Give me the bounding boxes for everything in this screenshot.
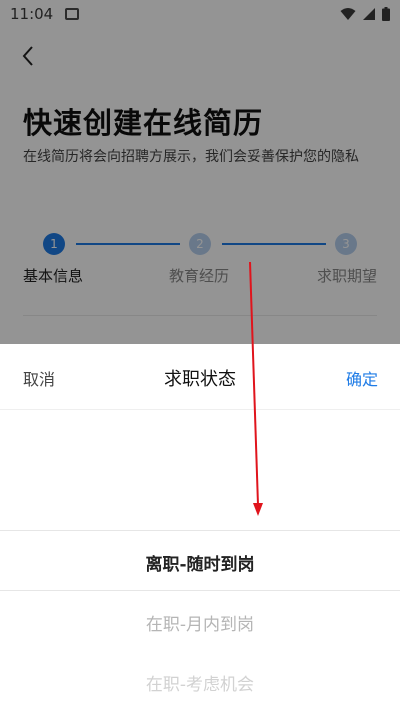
picker-option[interactable]: 在职-考虑机会 (0, 670, 400, 695)
picker-option-selected[interactable]: 离职-随时到岗 (0, 550, 400, 575)
sheet-header: 取消 求职状态 确定 (0, 344, 400, 410)
picker-selection-line (0, 530, 400, 531)
job-status-picker-sheet: 取消 求职状态 确定 离职-随时到岗 在职-月内到岗 在职-考虑机会 (0, 344, 400, 711)
sheet-title: 求职状态 (164, 369, 236, 390)
picker-selection-line (0, 590, 400, 591)
picker-option[interactable]: 在职-月内到岗 (0, 610, 400, 635)
modal-backdrop[interactable] (0, 0, 400, 344)
confirm-button[interactable]: 确定 (346, 366, 378, 390)
